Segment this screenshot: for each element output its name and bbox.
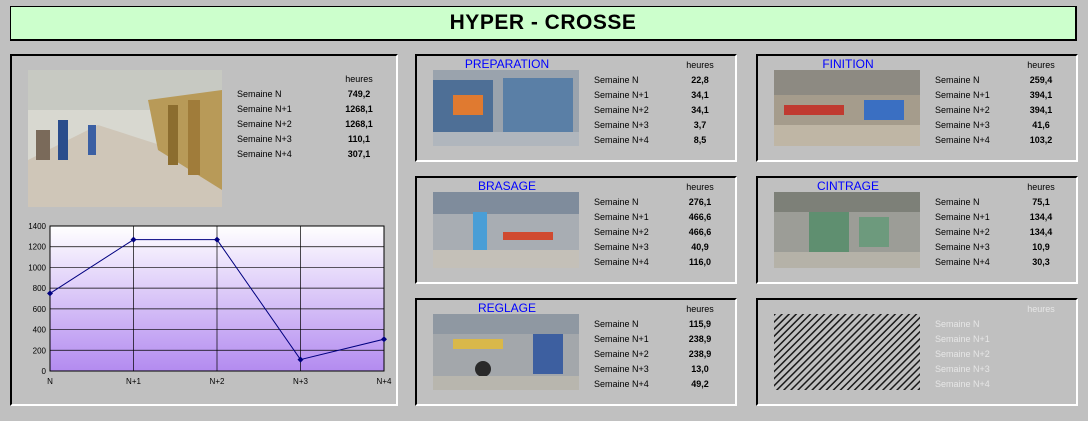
preparation-photo xyxy=(433,70,579,146)
stat-row: Semaine N+1 394,1 xyxy=(935,90,1053,100)
section-title: PREPARATION xyxy=(464,57,550,71)
section-stats: heures Semaine N 276,1 Semaine N+1 466,6 S… xyxy=(594,182,720,274)
stat-row: Semaine N+2 34,1 xyxy=(594,105,709,115)
brasage-photo xyxy=(433,192,579,268)
section-stats: heures Semaine N 22,8 Semaine N+1 34,1 Sem… xyxy=(594,60,720,152)
stat-row: Semaine N+2 466,6 xyxy=(594,227,712,237)
stat-row: Semaine N 749,2 xyxy=(237,89,371,99)
hours-header: heures xyxy=(1027,182,1055,192)
stat-row: Semaine N+1 1268,1 xyxy=(237,104,373,114)
stat-row: Semaine N+1 34,1 xyxy=(594,90,709,100)
section-cintrage: CINTRAGE heures Semaine N 75,1 Semaine N+… xyxy=(756,176,1078,284)
stat-row: Semaine N+4 307,1 xyxy=(237,149,371,159)
reglage-photo xyxy=(433,314,579,390)
stat-row: Semaine N+3 10,9 xyxy=(935,242,1050,252)
hours-header: heures xyxy=(686,182,714,192)
y-tick-label: 1000 xyxy=(28,263,46,272)
y-tick-label: 200 xyxy=(33,346,47,355)
section-stats: heures Semaine N 115,9 Semaine N+1 238,9 S… xyxy=(594,304,720,396)
x-tick-label: N+4 xyxy=(377,377,392,386)
stat-row: Semaine N+1 466,6 xyxy=(594,212,712,222)
section-stats: heures Semaine N 259,4 Semaine N+1 394,1 S… xyxy=(935,60,1061,152)
section-title: REGLAGE xyxy=(477,301,537,315)
stat-row: Semaine N+3 13,0 xyxy=(594,364,709,374)
stat-row: Semaine N+2 134,4 xyxy=(935,227,1053,237)
stat-row: Semaine N+1 134,4 xyxy=(935,212,1053,222)
y-tick-label: 400 xyxy=(33,326,47,335)
y-tick-label: 1200 xyxy=(28,243,46,252)
stat-row: Semaine N+4 49,2 xyxy=(594,379,709,389)
hours-header: heures xyxy=(1027,304,1055,314)
stat-row: Semaine N+4 8,5 xyxy=(594,135,707,145)
stat-row: Semaine N+2 238,9 xyxy=(594,349,712,359)
stat-row: Semaine N+1 xyxy=(935,334,990,344)
section-title: CINTRAGE xyxy=(816,179,879,193)
y-tick-label: 0 xyxy=(42,367,47,376)
hours-line-chart: 0 200 400 600 800 1000 1200 1400 N N+1 N+2 N+3 N+4 xyxy=(28,222,392,386)
section-title: BRASAGE xyxy=(477,179,537,193)
stat-row: Semaine N 75,1 xyxy=(935,197,1050,207)
stat-row: Semaine N+4 xyxy=(935,379,990,389)
stat-row: Semaine N+3 40,9 xyxy=(594,242,709,252)
section-stats: heures Semaine N 75,1 Semaine N+1 134,4 Se… xyxy=(935,182,1061,274)
workshop-photo xyxy=(28,70,222,207)
y-tick-label: 1400 xyxy=(28,222,46,231)
hatched-placeholder xyxy=(774,314,920,390)
stat-row: Semaine N 276,1 xyxy=(594,197,712,207)
stat-row: Semaine N 115,9 xyxy=(594,319,712,329)
stat-row: Semaine N xyxy=(935,319,980,329)
page-title: HYPER - CROSSE xyxy=(10,6,1077,41)
stat-row: Semaine N+1 238,9 xyxy=(594,334,712,344)
stat-row: Semaine N 22,8 xyxy=(594,75,709,85)
overview-panel: heures Semaine N 749,2 Semaine N+1 1268,1 … xyxy=(10,54,398,406)
stat-row: Semaine N+3 41,6 xyxy=(935,120,1050,130)
section-stats: heures Semaine N Semaine N+1 Semaine N+2… xyxy=(935,304,1061,396)
stat-row: Semaine N+2 1268,1 xyxy=(237,119,373,129)
section-empty: heures Semaine N Semaine N+1 Semaine N+2… xyxy=(756,298,1078,406)
stat-row: Semaine N+3 3,7 xyxy=(594,120,707,130)
stat-row: Semaine N+2 394,1 xyxy=(935,105,1053,115)
stat-row: Semaine N+2 xyxy=(935,349,990,359)
stat-row: Semaine N+3 110,1 xyxy=(237,134,371,144)
x-tick-label: N xyxy=(47,377,53,386)
stat-row: Semaine N+4 116,0 xyxy=(594,257,712,267)
x-tick-label: N+3 xyxy=(293,377,308,386)
finition-photo xyxy=(774,70,920,146)
overview-stats: heures Semaine N 749,2 Semaine N+1 1268,1 … xyxy=(237,74,379,166)
y-tick-label: 600 xyxy=(33,305,47,314)
section-preparation: PREPARATION heures Semaine N 22,8 Semaine… xyxy=(415,54,737,162)
x-tick-label: N+2 xyxy=(210,377,225,386)
stat-row: Semaine N+4 30,3 xyxy=(935,257,1050,267)
section-reglage: REGLAGE heures Semaine N 115,9 Semaine N+… xyxy=(415,298,737,406)
stat-row: Semaine N+4 103,2 xyxy=(935,135,1053,145)
section-finition: FINITION heures Semaine N 259,4 Semaine N… xyxy=(756,54,1078,162)
section-title: FINITION xyxy=(822,57,874,71)
x-tick-label: N+1 xyxy=(126,377,141,386)
y-tick-label: 800 xyxy=(33,284,47,293)
hours-header: heures xyxy=(686,60,714,70)
hours-header: heures xyxy=(345,74,373,84)
stat-row: Semaine N 259,4 xyxy=(935,75,1053,85)
section-brasage: BRASAGE heures Semaine N 276,1 Semaine N+… xyxy=(415,176,737,284)
stat-row: Semaine N+3 xyxy=(935,364,990,374)
hours-header: heures xyxy=(686,304,714,314)
cintrage-photo xyxy=(774,192,920,268)
hours-header: heures xyxy=(1027,60,1055,70)
